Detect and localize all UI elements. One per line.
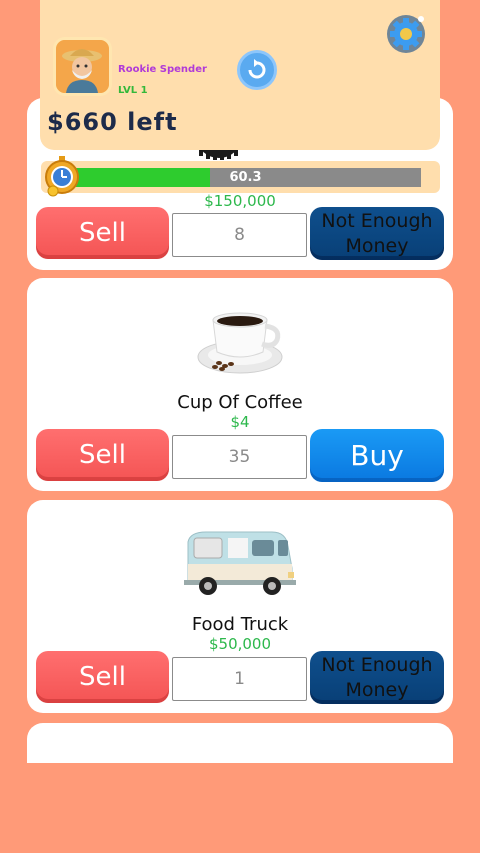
item-card-food-truck: Food Truck $50,000 Sell 1 Not Enough Mon…: [27, 500, 453, 713]
food-truck-icon: [184, 531, 296, 595]
sell-button[interactable]: Sell: [36, 651, 169, 703]
refresh-button[interactable]: [237, 50, 277, 90]
item-name: Food Truck: [191, 614, 289, 635]
refresh-icon: [248, 59, 266, 79]
buy-button[interactable]: Buy: [310, 429, 444, 482]
player-level: LVL 1: [118, 85, 148, 96]
item-price: $150,000: [204, 192, 276, 210]
quantity-field[interactable]: 35: [172, 435, 307, 479]
sell-button[interactable]: Sell: [36, 429, 169, 481]
coffee-cup-icon: [197, 312, 283, 374]
not-enough-money-button[interactable]: Not Enough Money: [310, 651, 444, 704]
stopwatch-icon: [45, 156, 79, 197]
settings-button[interactable]: [385, 13, 427, 55]
progress-value: 60.3: [229, 170, 262, 185]
quantity-field[interactable]: 8: [172, 213, 307, 257]
progress-bar: 60.3: [70, 168, 421, 187]
sell-button[interactable]: Sell: [36, 207, 169, 259]
not-enough-money-button[interactable]: Not Enough Money: [310, 207, 444, 260]
item-card-coffee: Cup Of Coffee $4 Sell 35 Buy: [27, 278, 453, 491]
item-name: Cup Of Coffee: [177, 392, 303, 413]
quantity-field[interactable]: 1: [172, 657, 307, 701]
player-header: Rookie Spender LVL 1 $660 left: [40, 0, 440, 150]
player-rank: Rookie Spender: [118, 64, 207, 75]
balance-text: $660 left: [47, 108, 178, 136]
gear-icon: [387, 15, 425, 53]
explorer-avatar: [53, 37, 112, 96]
progress-panel: 60.3: [41, 156, 440, 197]
item-card-partial: [27, 723, 453, 763]
